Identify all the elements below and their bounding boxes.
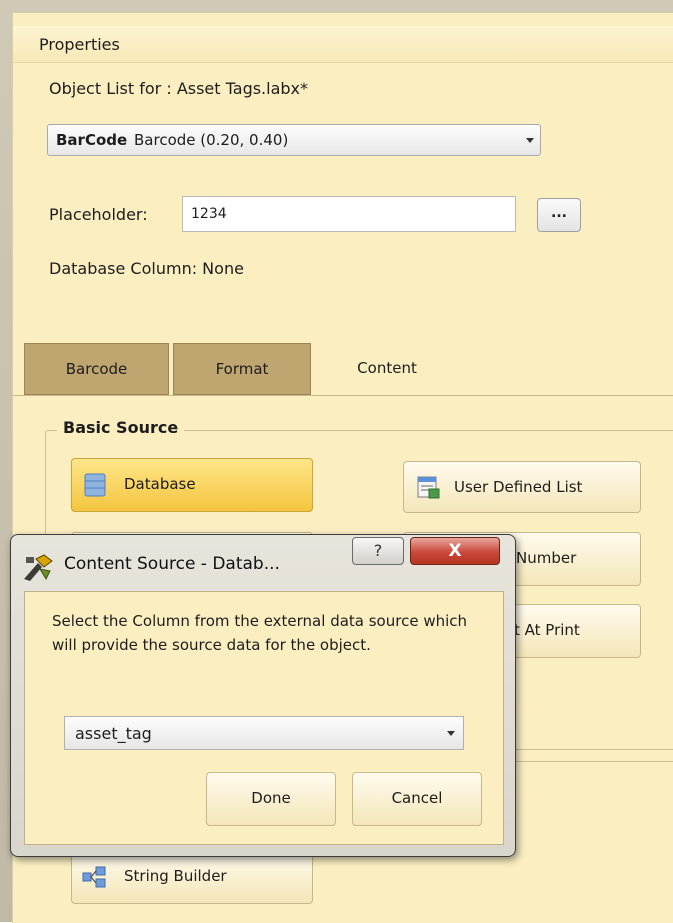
- object-list-label: Object List for : Asset Tags.labx*: [49, 79, 309, 98]
- cancel-button-label: Cancel: [391, 789, 443, 807]
- database-button[interactable]: Database: [71, 458, 313, 512]
- string-builder-label: String Builder: [124, 867, 227, 885]
- dialog-title: Content Source - Datab...: [64, 554, 280, 574]
- column-select-value: asset_tag: [75, 724, 152, 743]
- tab-content[interactable]: Content: [315, 343, 459, 395]
- placeholder-input[interactable]: [182, 196, 516, 232]
- chevron-down-icon: [526, 138, 534, 143]
- tab-barcode[interactable]: Barcode: [24, 343, 169, 395]
- done-button[interactable]: Done: [206, 772, 336, 826]
- basic-source-title: Basic Source: [57, 418, 185, 437]
- tab-format[interactable]: Format: [173, 343, 311, 395]
- column-select[interactable]: asset_tag: [64, 716, 464, 750]
- placeholder-label: Placeholder:: [49, 205, 148, 224]
- string-builder-icon: [82, 866, 106, 892]
- object-select-value: Barcode (0.20, 0.40): [134, 131, 289, 149]
- string-builder-button[interactable]: String Builder: [71, 850, 313, 904]
- user-defined-list-button[interactable]: User Defined List: [403, 461, 641, 513]
- database-column-label: Database Column: None: [49, 259, 244, 278]
- close-button[interactable]: X: [410, 537, 500, 565]
- cancel-button[interactable]: Cancel: [352, 772, 482, 826]
- properties-title: Properties: [39, 35, 120, 54]
- at-print-button-label: t At Print: [514, 621, 580, 639]
- list-icon: [416, 475, 440, 503]
- dialog-message: Select the Column from the external data…: [52, 612, 468, 654]
- chevron-down-icon: [447, 731, 455, 736]
- object-select-name: BarCode: [56, 131, 128, 149]
- database-button-label: Database: [124, 475, 196, 493]
- app-icon: [22, 553, 56, 583]
- number-button-label: Number: [516, 549, 577, 567]
- browse-button[interactable]: ...: [537, 198, 581, 232]
- object-select[interactable]: BarCode Barcode (0.20, 0.40): [47, 124, 541, 156]
- user-defined-list-label: User Defined List: [454, 478, 583, 496]
- done-button-label: Done: [251, 789, 291, 807]
- help-button[interactable]: ?: [352, 537, 404, 565]
- database-icon: [84, 473, 106, 501]
